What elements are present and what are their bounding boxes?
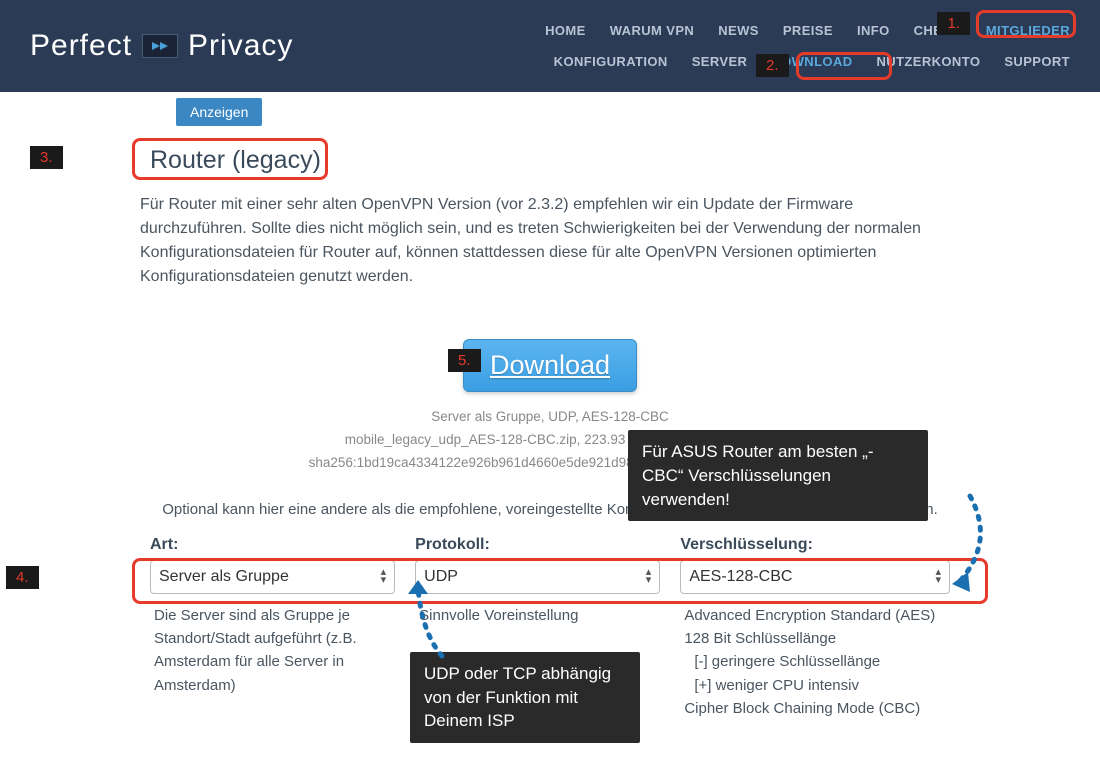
desc-protokoll: Sinnvolle Voreinstellung [415,604,660,627]
download-button[interactable]: Download [463,339,637,392]
label-art: Art: [150,536,395,554]
logo: Perfect Privacy [30,29,293,63]
step-4: 4. [6,566,39,589]
select-protokoll-value: UDP [424,568,458,586]
desc-verschluesselung: Advanced Encryption Standard (AES) 128 B… [680,604,950,720]
desc-art: Die Server sind als Gruppe je Standort/S… [150,604,395,697]
chevron-updown-icon: ▴▾ [935,569,941,584]
meta-config: Server als Gruppe, UDP, AES-128-CBC [140,406,960,429]
nav-preise[interactable]: PREISE [783,23,833,38]
content: Anzeigen 3. Router (legacy) Für Router m… [0,92,1100,760]
nav-news[interactable]: NEWS [718,23,759,38]
label-verschluesselung: Verschlüsselung: [680,536,950,554]
nav-info[interactable]: INFO [857,23,890,38]
col-art: Art: Server als Gruppe ▴▾ Die Server sin… [140,536,405,720]
nav-warum-vpn[interactable]: WARUM VPN [610,23,695,38]
step-2: 2. [756,54,789,77]
intro-paragraph: Für Router mit einer sehr alten OpenVPN … [140,193,960,289]
header: Perfect Privacy HOME WARUM VPN NEWS PREI… [0,0,1100,92]
nav-server[interactable]: SERVER [692,54,748,69]
col-verschluesselung: Verschlüsselung: AES-128-CBC ▴▾ Advanced… [670,536,960,720]
nav-row-1: HOME WARUM VPN NEWS PREISE INFO CHECK MI… [545,23,1070,38]
chevron-updown-icon: ▴▾ [646,569,652,584]
nav-support[interactable]: SUPPORT [1004,54,1070,69]
nav-konfiguration[interactable]: KONFIGURATION [554,54,668,69]
anzeigen-button[interactable]: Anzeigen [176,98,262,126]
logo-icon [142,34,178,58]
nav-home[interactable]: HOME [545,23,586,38]
select-art-value: Server als Gruppe [159,568,289,586]
step-3: 3. [30,146,63,169]
nav: HOME WARUM VPN NEWS PREISE INFO CHECK MI… [545,0,1070,92]
callout-udp: UDP oder TCP abhängig von der Funktion m… [410,652,640,743]
select-verschluesselung-value: AES-128-CBC [689,568,792,586]
section-title: Router (legacy) [140,140,331,181]
nav-row-2: KONFIGURATION SERVER DOWNLOAD NUTZERKONT… [545,54,1070,69]
nav-nutzerkonto[interactable]: NUTZERKONTO [877,54,981,69]
logo-left: Perfect [30,29,132,63]
label-protokoll: Protokoll: [415,536,660,554]
step-1: 1. [937,12,970,35]
callout-asus: Für ASUS Router am besten „-CBC“ Verschl… [628,430,928,521]
select-art[interactable]: Server als Gruppe ▴▾ [150,560,395,594]
step-5: 5. [448,349,481,372]
select-protokoll[interactable]: UDP ▴▾ [415,560,660,594]
select-verschluesselung[interactable]: AES-128-CBC ▴▾ [680,560,950,594]
nav-mitglieder[interactable]: MITGLIEDER [986,23,1070,38]
logo-right: Privacy [188,29,293,63]
chevron-updown-icon: ▴▾ [381,569,387,584]
